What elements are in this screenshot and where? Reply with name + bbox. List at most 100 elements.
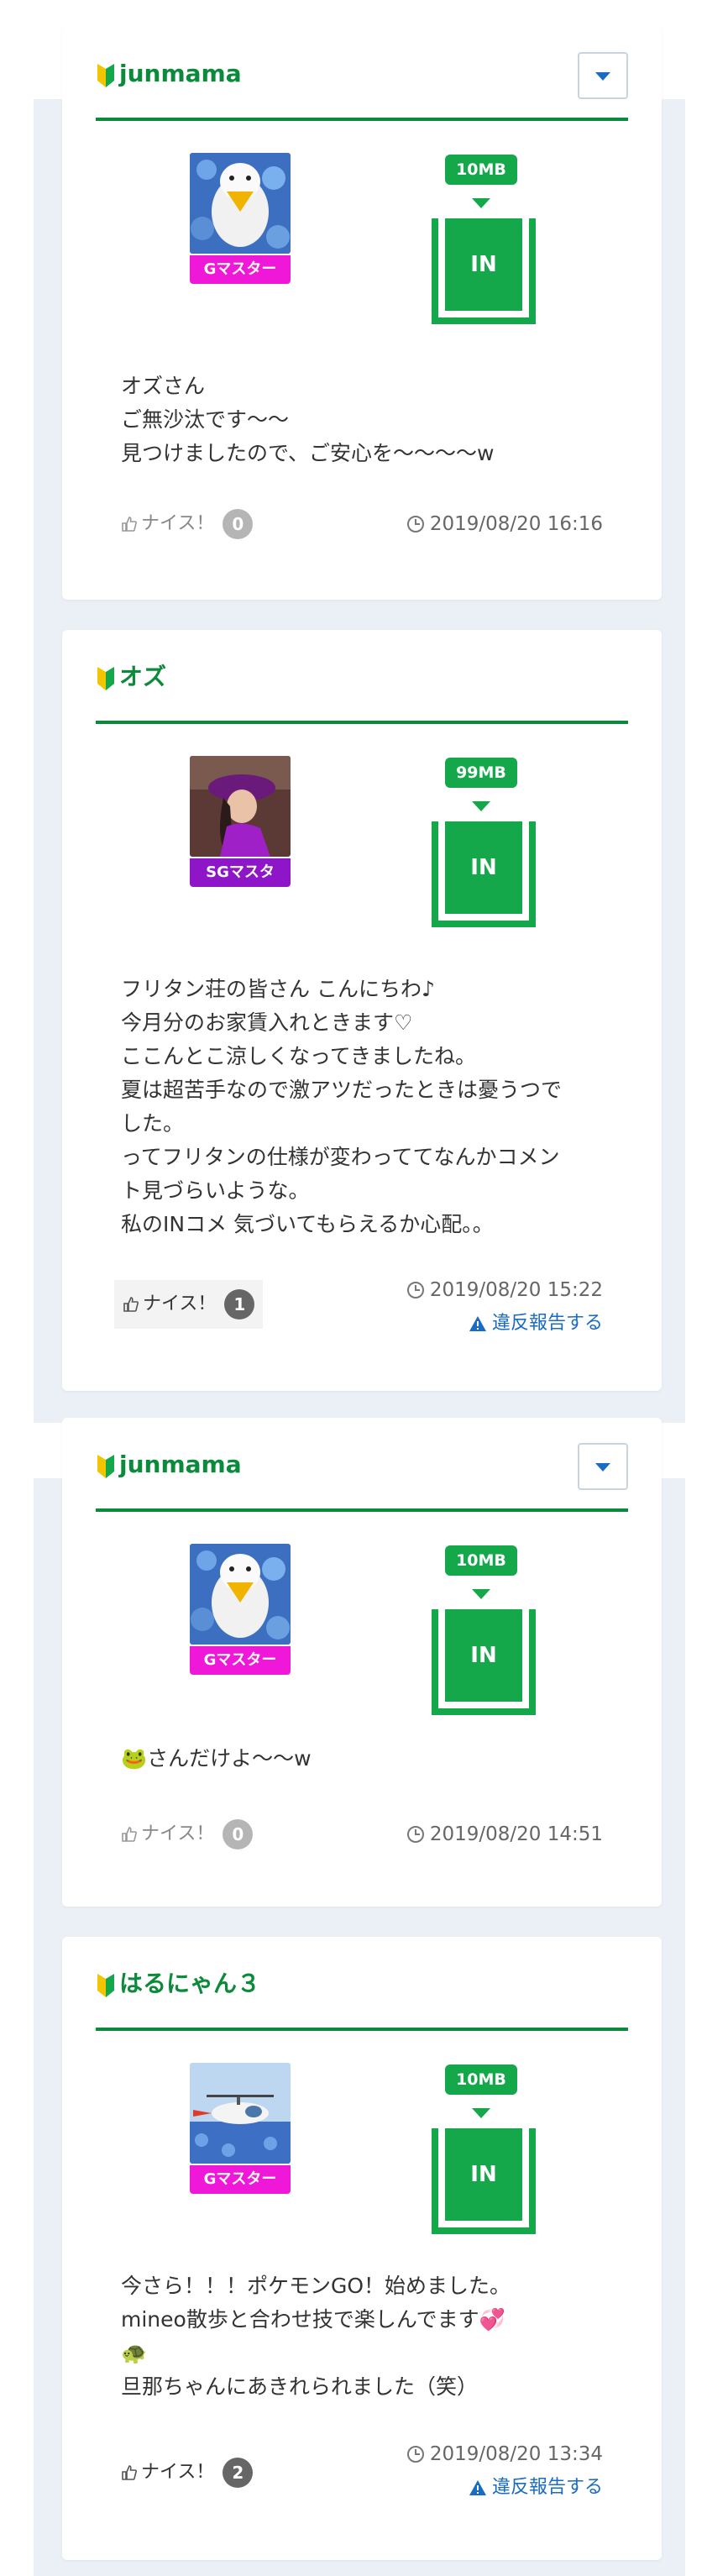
in-tank-icon: IN bbox=[432, 2128, 536, 2234]
thumbs-up-icon bbox=[122, 517, 137, 532]
comment-line: オズさん bbox=[121, 374, 206, 398]
card-header: オズ bbox=[96, 660, 628, 694]
in-tank-icon: IN bbox=[432, 218, 536, 324]
comment-line: 私のINコメ 気づいてもらえるか心配。。 bbox=[121, 1212, 494, 1236]
card-header: はるにゃん３ bbox=[96, 1967, 628, 2001]
comment-card: オズ SGマスタ 99MB IN フリタン荘の皆さん こんにちわ♪ 今月分のお家… bbox=[62, 630, 662, 1391]
timestamp: 2019/08/20 13:34 bbox=[406, 2437, 603, 2471]
rank-badge: Gマスター bbox=[190, 1646, 291, 1675]
gift-amount-badge: 99MB bbox=[445, 758, 517, 788]
nice-count: 0 bbox=[223, 1819, 254, 1849]
nice-button[interactable]: ナイス！ 0 bbox=[121, 1818, 254, 1851]
comment-body: 🐸さんだけよ〜〜w bbox=[121, 1742, 625, 1776]
comment-line: ト見づらいような。 bbox=[121, 1178, 310, 1203]
comment-line: ってフリタンの仕様が変わっててなんかコメン bbox=[121, 1145, 560, 1169]
direction-label: IN bbox=[445, 218, 522, 311]
report-label: 違反報告する bbox=[491, 2477, 603, 2498]
arrow-down-icon bbox=[472, 198, 490, 208]
comment-body: 今さら！！！ポケモンGO！始めました。 mineo散歩と合わせ技で楽しんでます💞… bbox=[121, 2269, 625, 2404]
beginner-mark-icon bbox=[97, 1974, 114, 1997]
clock-icon bbox=[406, 1826, 424, 1843]
arrow-down-icon bbox=[472, 1589, 490, 1599]
report-link[interactable]: 違反報告する bbox=[469, 1307, 603, 1340]
rank-badge: Gマスター bbox=[190, 255, 291, 284]
timestamp: 2019/08/20 15:22 bbox=[406, 1273, 603, 1307]
arrow-down-icon bbox=[472, 801, 490, 811]
thumbs-up-icon bbox=[122, 2465, 137, 2480]
in-tank-icon: IN bbox=[432, 821, 536, 927]
username[interactable]: はるにゃん３ bbox=[119, 1967, 260, 2001]
nice-button[interactable]: ナイス！ 1 bbox=[114, 1280, 264, 1329]
comment-body: フリタン荘の皆さん こんにちわ♪ 今月分のお家賃入れときます♡ ここんとこ涼しく… bbox=[121, 973, 625, 1241]
comment-line: フリタン荘の皆さん こんにちわ♪ bbox=[121, 977, 435, 1001]
options-dropdown-button[interactable] bbox=[578, 52, 628, 99]
rank-badge: Gマスター bbox=[190, 2165, 291, 2194]
report-label: 違反報告する bbox=[491, 1313, 603, 1334]
nice-count: 0 bbox=[223, 509, 254, 539]
comment-line: 今さら！！！ポケモンGO！始めました。 bbox=[121, 2274, 511, 2298]
beginner-mark-icon bbox=[97, 667, 114, 690]
comment-line: 旦那ちゃんにあきれられました（笑） bbox=[121, 2374, 479, 2399]
header-divider bbox=[96, 118, 628, 121]
direction-label: IN bbox=[445, 1609, 522, 1702]
direction-label: IN bbox=[445, 821, 522, 914]
comment-line: 夏は超苦手なので激アツだったときは憂うつで bbox=[121, 1078, 563, 1102]
avatar[interactable] bbox=[190, 756, 291, 857]
avatar[interactable] bbox=[190, 153, 291, 254]
comment-line: mineo散歩と合わせ技で楽しんでます💞 bbox=[121, 2307, 505, 2332]
report-link[interactable]: 違反報告する bbox=[469, 2471, 603, 2505]
card-header: junmama bbox=[96, 1443, 628, 1490]
in-tank-icon: IN bbox=[432, 1609, 536, 1715]
avatar[interactable] bbox=[190, 2063, 291, 2164]
direction-label: IN bbox=[445, 2128, 522, 2221]
nice-label: ナイス！ bbox=[143, 1293, 217, 1314]
timestamp-text: 2019/08/20 16:16 bbox=[429, 513, 603, 535]
gift-amount-badge: 10MB bbox=[445, 1545, 517, 1576]
comment-card: はるにゃん３ Gマスター 10MB IN 今さら！！！ポケモンGO！始めました。… bbox=[62, 1937, 662, 2560]
username[interactable]: junmama bbox=[119, 57, 242, 91]
rank-badge: SGマスタ bbox=[190, 858, 291, 887]
nice-label: ナイス！ bbox=[141, 2462, 215, 2483]
username[interactable]: junmama bbox=[119, 1448, 242, 1482]
beginner-mark-icon bbox=[97, 1455, 114, 1478]
comment-line: ここんとこ涼しくなってきましたね。 bbox=[121, 1044, 477, 1068]
nice-label: ナイス！ bbox=[141, 513, 215, 534]
card-header: junmama bbox=[96, 52, 628, 99]
comment-line: 🐢 bbox=[121, 2341, 148, 2365]
nice-button[interactable]: ナイス！ 2 bbox=[121, 2456, 254, 2489]
arrow-down-icon bbox=[472, 2108, 490, 2118]
timestamp-text: 2019/08/20 14:51 bbox=[429, 1823, 603, 1845]
comment-line: 今月分のお家賃入れときます♡ bbox=[121, 1010, 413, 1035]
nice-label: ナイス！ bbox=[141, 1823, 215, 1844]
gift-amount-badge: 10MB bbox=[445, 155, 517, 185]
comment-line: ご無沙汰です〜〜 bbox=[121, 407, 290, 432]
comment-line: 見つけましたので、ご安心を〜〜〜〜w bbox=[121, 441, 495, 465]
options-dropdown-button[interactable] bbox=[578, 1443, 628, 1490]
timestamp-text: 2019/08/20 15:22 bbox=[429, 1279, 603, 1301]
gift-amount-badge: 10MB bbox=[445, 2064, 517, 2095]
timestamp: 2019/08/20 16:16 bbox=[406, 507, 603, 541]
warning-icon bbox=[469, 1316, 486, 1331]
chevron-down-icon bbox=[595, 1463, 610, 1472]
username[interactable]: オズ bbox=[119, 660, 166, 694]
thumbs-up-icon bbox=[122, 1827, 137, 1842]
nice-button[interactable]: ナイス！ 0 bbox=[121, 507, 254, 541]
beginner-mark-icon bbox=[97, 64, 114, 87]
header-divider bbox=[96, 2028, 628, 2031]
warning-icon bbox=[469, 2480, 486, 2495]
timestamp-text: 2019/08/20 13:34 bbox=[429, 2443, 603, 2465]
clock-icon bbox=[406, 516, 424, 533]
header-divider bbox=[96, 1508, 628, 1512]
timestamp: 2019/08/20 14:51 bbox=[406, 1818, 603, 1851]
comment-line: 🐸さんだけよ〜〜w bbox=[121, 1746, 312, 1771]
chevron-down-icon bbox=[595, 72, 610, 81]
header-divider bbox=[96, 721, 628, 724]
nice-count: 2 bbox=[223, 2458, 254, 2488]
comment-line: した。 bbox=[121, 1111, 185, 1136]
clock-icon bbox=[406, 1282, 424, 1298]
nice-count: 1 bbox=[224, 1289, 255, 1319]
comment-card: junmama Gマスター 10MB IN オズさん ご無沙汰です〜〜 見つけま… bbox=[62, 27, 662, 600]
clock-icon bbox=[406, 2446, 424, 2463]
avatar[interactable] bbox=[190, 1544, 291, 1645]
comment-card: junmama Gマスター 10MB IN 🐸さんだけよ〜〜w ナイス！ 0 2… bbox=[62, 1418, 662, 1907]
